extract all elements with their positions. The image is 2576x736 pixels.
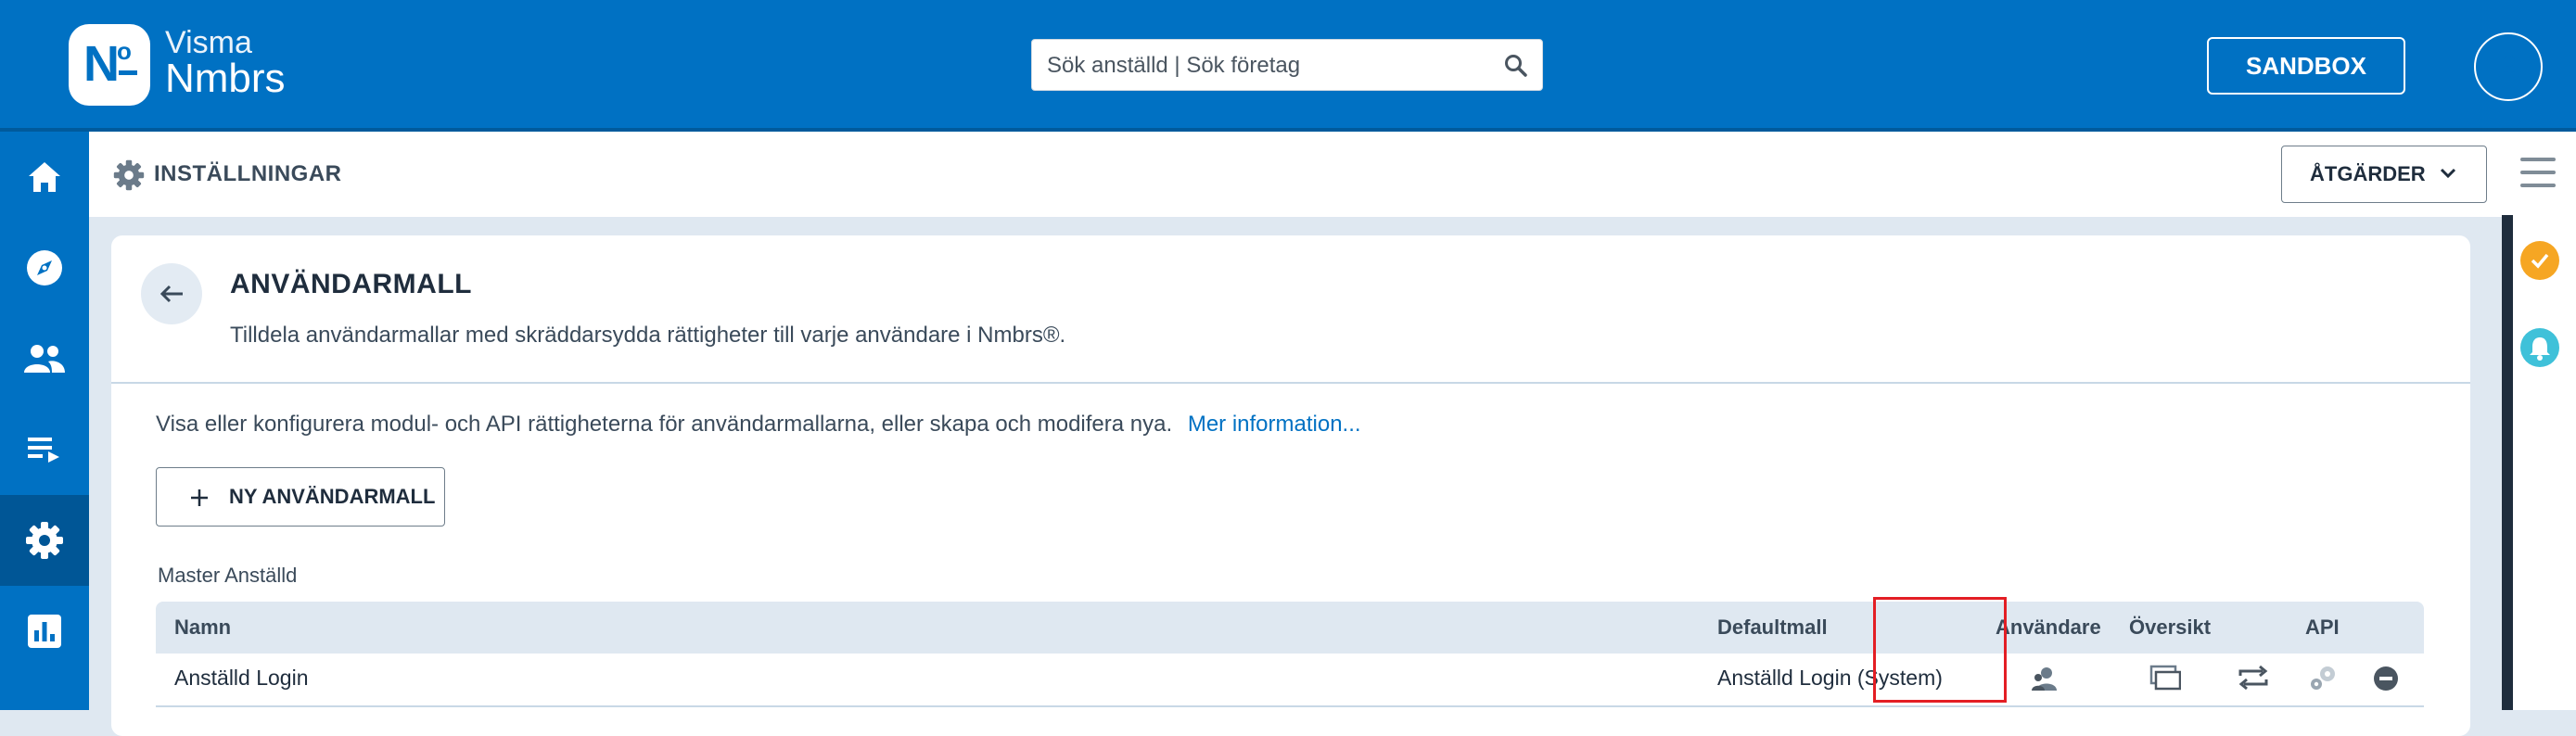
nav-employees[interactable] <box>0 313 89 404</box>
windows-icon[interactable] <box>2149 665 2181 691</box>
nav-home[interactable] <box>0 132 89 222</box>
nav-explore[interactable] <box>0 222 89 313</box>
remove-icon[interactable] <box>2372 665 2400 692</box>
sandbox-button[interactable]: SANDBOX <box>2207 37 2405 95</box>
check-icon <box>2531 253 2549 269</box>
page-title: ANVÄNDARMALL <box>230 269 472 299</box>
compass-icon <box>27 250 62 286</box>
nav-runs[interactable] <box>0 404 89 495</box>
search-placeholder: Sök anställd | Sök företag <box>1047 53 1301 78</box>
search-icon[interactable] <box>1503 53 1529 79</box>
scrollbar[interactable] <box>2502 215 2513 710</box>
left-navigation <box>0 132 89 710</box>
bell-icon <box>2530 337 2550 361</box>
actions-dropdown[interactable]: ÅTGÄRDER <box>2281 146 2487 203</box>
settings-title: INSTÄLLNINGAR <box>154 161 342 186</box>
arrow-left-icon <box>159 285 183 303</box>
group-label: Master Anställd <box>158 564 298 587</box>
user-assign-icon[interactable] <box>2029 665 2060 692</box>
table-row[interactable]: Anställd Login Anställd Login (System) <box>156 654 2424 707</box>
nmbrs-logo[interactable]: N o <box>69 24 150 106</box>
logo-superscript: o <box>117 37 132 65</box>
brand-line-2: Nmbrs <box>165 56 286 101</box>
right-rail <box>2502 132 2576 710</box>
logo-mark: N <box>83 36 120 92</box>
home-icon <box>29 162 60 192</box>
hamburger-menu-icon[interactable] <box>2520 158 2556 197</box>
info-text: Visa eller konfigurera modul- och API rä… <box>156 412 1173 437</box>
search-input[interactable]: Sök anställd | Sök företag <box>1031 39 1543 91</box>
list-icon <box>28 438 59 463</box>
column-header-name[interactable]: Namn <box>174 602 231 654</box>
column-header-overview[interactable]: Översikt <box>2129 602 2211 654</box>
info-paragraph: Visa eller konfigurera modul- och API rä… <box>156 412 1361 438</box>
card-divider <box>111 382 2470 384</box>
bar-chart-icon <box>28 615 61 648</box>
user-icon <box>2499 56 2519 77</box>
profile-button[interactable] <box>2474 32 2543 101</box>
back-button[interactable] <box>141 263 202 324</box>
page-subtitle: Tilldela användarmallar med skräddarsydd… <box>230 323 1066 348</box>
column-header-users[interactable]: Användare <box>1996 602 2101 654</box>
top-bar: N o Visma Nmbrs Sök anställd | Sök föret… <box>0 0 2576 130</box>
plus-icon <box>191 489 208 506</box>
more-info-link[interactable]: Mer information... <box>1188 412 1361 437</box>
new-user-template-label: NY ANVÄNDARMALL <box>229 485 436 508</box>
settings-gear-icon <box>113 159 145 191</box>
people-icon <box>24 345 65 373</box>
tasks-badge[interactable] <box>2520 241 2559 280</box>
nav-reports[interactable] <box>0 586 89 677</box>
table-header: Namn Defaultmall Användare Översikt API <box>156 602 2424 654</box>
actions-label: ÅTGÄRDER <box>2310 162 2426 185</box>
notifications-badge[interactable] <box>2520 328 2559 367</box>
chevron-down-icon <box>2440 168 2456 179</box>
settings-header: INSTÄLLNINGAR ÅTGÄRDER <box>89 132 2502 217</box>
new-user-template-button[interactable]: NY ANVÄNDARMALL <box>156 467 445 527</box>
column-header-default[interactable]: Defaultmall <box>1717 602 1828 654</box>
nav-settings[interactable] <box>0 495 89 586</box>
sync-icon[interactable] <box>2237 665 2270 691</box>
api-gears-icon[interactable] <box>2307 665 2339 692</box>
row-name: Anställd Login <box>174 666 309 690</box>
users-column-highlight <box>1873 597 2007 703</box>
logo-underline <box>119 70 137 75</box>
user-template-card: ANVÄNDARMALL Tilldela användarmallar med… <box>111 235 2470 736</box>
gear-icon <box>26 522 63 559</box>
column-header-api[interactable]: API <box>2305 602 2340 654</box>
